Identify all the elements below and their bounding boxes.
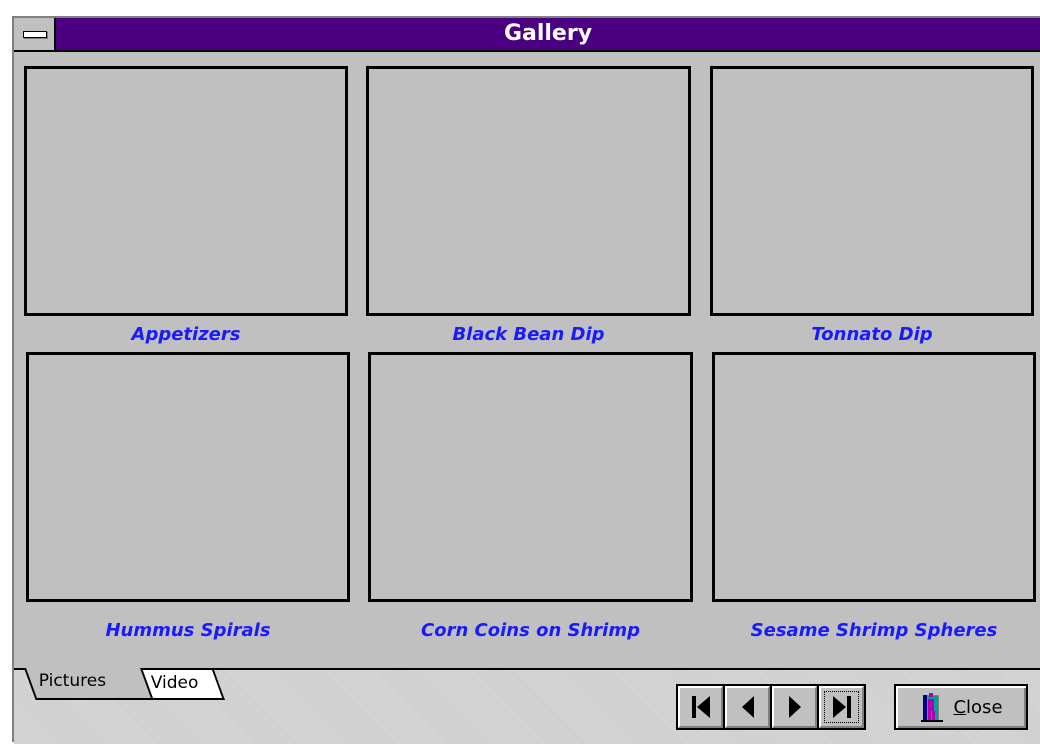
picture-caption: Tonnato Dip bbox=[811, 324, 933, 345]
system-menu-button[interactable] bbox=[14, 18, 56, 50]
picture-frame[interactable] bbox=[366, 66, 691, 316]
title-bar: Gallery bbox=[14, 18, 1040, 52]
first-record-icon bbox=[691, 696, 710, 718]
picture-frame[interactable] bbox=[712, 352, 1036, 602]
exit-door-icon bbox=[921, 693, 944, 722]
next-record-icon bbox=[788, 696, 801, 718]
tab-pictures-label: Pictures bbox=[38, 671, 107, 691]
gallery-window: Gallery Appetizers Black Bean Dip Tonnat… bbox=[12, 16, 1040, 744]
picture-frame[interactable] bbox=[26, 352, 350, 602]
picture-frame[interactable] bbox=[24, 66, 348, 316]
picture-caption: Black Bean Dip bbox=[452, 324, 605, 345]
system-menu-icon bbox=[23, 31, 47, 38]
record-navigation bbox=[676, 684, 866, 730]
next-record-button[interactable] bbox=[772, 686, 817, 728]
picture-caption: Sesame Shrimp Spheres bbox=[750, 620, 998, 641]
last-record-icon bbox=[832, 696, 851, 718]
last-record-button[interactable] bbox=[819, 686, 864, 728]
picture-frame[interactable] bbox=[710, 66, 1034, 316]
tab-pictures[interactable]: Pictures bbox=[24, 668, 154, 700]
picture-caption: Appetizers bbox=[131, 324, 241, 345]
close-button[interactable]: Close bbox=[894, 684, 1028, 730]
previous-record-icon bbox=[741, 696, 754, 718]
footer-bar: Video Pictures Close bbox=[14, 668, 1040, 744]
close-button-label: Close bbox=[953, 696, 1003, 718]
first-record-button[interactable] bbox=[678, 686, 723, 728]
previous-record-button[interactable] bbox=[725, 686, 770, 728]
picture-frame[interactable] bbox=[368, 352, 693, 602]
window-title: Gallery bbox=[503, 21, 593, 46]
tab-video-label: Video bbox=[150, 673, 199, 693]
picture-caption: Hummus Spirals bbox=[105, 620, 271, 641]
picture-caption: Corn Coins on Shrimp bbox=[421, 620, 640, 641]
